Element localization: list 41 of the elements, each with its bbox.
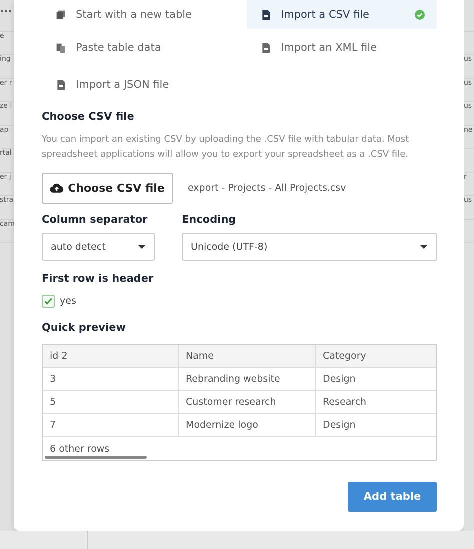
import-option[interactable]: Start with a new table [42, 0, 247, 29]
file-name: export - Projects - All Projects.csv [188, 183, 346, 194]
field-label: Column separator [42, 214, 149, 226]
check-circle-icon [415, 10, 425, 20]
section-heading: Quick preview [42, 322, 127, 334]
column-header: id 2 [43, 345, 179, 367]
table-cell: Rebranding website [179, 368, 316, 390]
import-option[interactable]: Import a JSON file [42, 66, 247, 103]
import-option[interactable]: Import an XML file [247, 29, 437, 66]
separator-dropdown[interactable]: auto detect [42, 233, 155, 261]
caret-icon [138, 245, 146, 249]
table-cell: 7 [43, 414, 179, 436]
scrollbar[interactable] [45, 456, 147, 459]
table-cell-text: Design [322, 372, 357, 386]
import-option[interactable]: Paste table data [42, 29, 247, 66]
row-count-text: 6 other rows [49, 444, 111, 455]
file-icon [261, 10, 271, 20]
cloud-upload-icon [50, 183, 64, 194]
table-cell-text: Design [322, 418, 357, 432]
table-cell: Customer research [179, 391, 316, 413]
caret-icon [420, 245, 428, 249]
import-option[interactable]: Import a CSV file [247, 0, 437, 29]
encoding-dropdown[interactable]: Unicode (UTF-8) [182, 233, 437, 261]
column-header: Category [322, 350, 368, 364]
field-label: First row is header [42, 273, 155, 285]
checkbox[interactable] [42, 295, 55, 308]
table-cell-text: Research [322, 396, 368, 410]
choose-file-button[interactable]: Choose CSV file [42, 173, 173, 204]
clipboard-icon [56, 42, 66, 52]
stacked-pages-icon [56, 10, 66, 20]
table-cell: 5 [43, 391, 179, 413]
field-label: Encoding [182, 214, 238, 226]
table-cell: Modernize logo [179, 414, 316, 436]
description-text: You can import an existing CSV by uploading the .CSV file with tabular data. Most spreadsheet applications will allow you to export your spreadsheet as a .CSV file. [42, 134, 410, 162]
checkbox-label: yes [60, 296, 76, 307]
file-icon [261, 42, 271, 52]
file-icon [56, 80, 66, 90]
add-table-button[interactable]: Add table [348, 482, 437, 512]
section-heading: Choose CSV file [42, 111, 136, 123]
column-header: Name [179, 345, 316, 367]
table-cell: 3 [43, 368, 179, 390]
